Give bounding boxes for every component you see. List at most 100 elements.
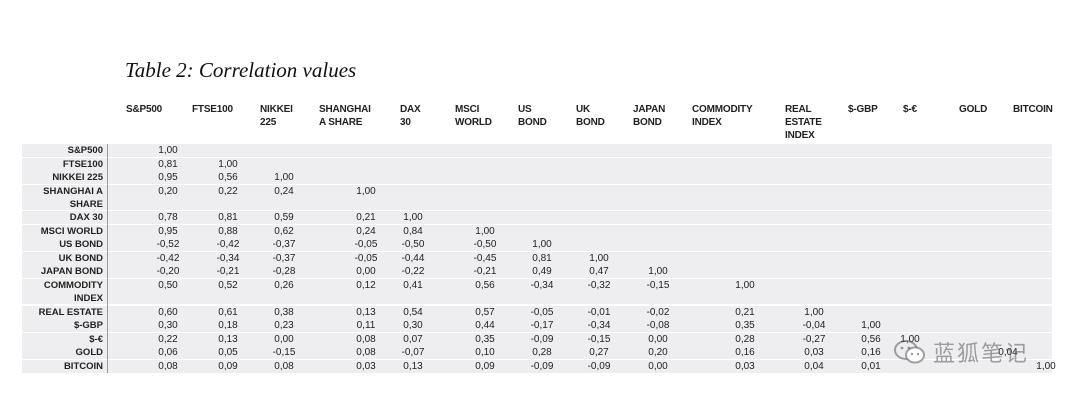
table-cell: -0,15	[587, 334, 611, 345]
table-cell: -0,37	[272, 239, 296, 250]
table-cell: 0,88	[218, 226, 238, 237]
table-cell: 0,24	[274, 186, 294, 197]
table-cell: 0,22	[218, 186, 238, 197]
table-cell: 0,03	[735, 361, 755, 372]
table-cell: 0,13	[403, 361, 423, 372]
table-cell: -0,45	[473, 253, 497, 264]
table-cell: 0,21	[735, 307, 755, 318]
column-header: S&P500	[126, 104, 163, 115]
table-cell: 0,35	[735, 320, 755, 331]
table-cell: 0,52	[218, 280, 238, 291]
table-cell: 0,24	[356, 226, 376, 237]
watermark: 蓝狐笔记	[893, 334, 1063, 370]
table-cell: 0,30	[158, 320, 178, 331]
table-cell: -0,05	[354, 253, 378, 264]
table-cell: -0,28	[272, 266, 296, 277]
table-cell: 0,20	[648, 347, 668, 358]
table-cell: 0,01	[861, 361, 881, 372]
table-cell: -0,21	[473, 266, 497, 277]
table-cell: -0,05	[530, 307, 554, 318]
table-cell: 0,81	[218, 212, 238, 223]
table-cell: 0,38	[274, 307, 294, 318]
table-cell: 0,28	[735, 334, 755, 345]
table-cell: 1,00	[589, 253, 609, 264]
table-cell: 0,13	[356, 307, 376, 318]
table-cell: -0,02	[646, 307, 670, 318]
table-cell: 0,62	[274, 226, 294, 237]
table-cell: 0,08	[356, 347, 376, 358]
table-cell: -0,08	[646, 320, 670, 331]
table-cell: 1,00	[648, 266, 668, 277]
table-cell: -0,15	[646, 280, 670, 291]
table-cell: 0,00	[648, 334, 668, 345]
column-header: UK BOND	[576, 104, 605, 128]
table-cell: 1,00	[158, 145, 178, 156]
table-cell: 0,04	[804, 361, 824, 372]
row-label: $-€	[89, 334, 103, 345]
table-cell: -0,15	[272, 347, 296, 358]
table-cell: 0,20	[158, 186, 178, 197]
row-label: BITCOIN	[63, 361, 103, 372]
table-cell: 0,08	[158, 361, 178, 372]
row-label: S&P500	[67, 145, 103, 156]
table-cell: 0,44	[475, 320, 495, 331]
table-cell: 0,08	[356, 334, 376, 345]
table-cell: 0,84	[403, 226, 423, 237]
watermark-text: 蓝狐笔记	[933, 342, 1030, 367]
table-cell: 0,03	[804, 347, 824, 358]
table-cell: 0,59	[274, 212, 294, 223]
table-cell: 0,41	[403, 280, 423, 291]
table-cell: 1,00	[475, 226, 495, 237]
table-cell: 0,50	[158, 280, 178, 291]
table-cell: 0,23	[274, 320, 294, 331]
row-label: COMMODITY INDEX	[43, 280, 103, 305]
row-label-column: S&P500 FTSE100 NIKKEI 225 SHANGHAI A SHARE D…	[22, 144, 108, 373]
table-cell: 0,21	[356, 212, 376, 223]
table-cell: -0,01	[587, 307, 611, 318]
table-cell: 0,81	[158, 159, 178, 170]
table-cell: 0,07	[403, 334, 423, 345]
row-label: US BOND	[59, 239, 103, 250]
table-caption: Table 2: Correlation values	[125, 58, 357, 82]
table-cell: 0,03	[356, 361, 376, 372]
table-cell: 0,49	[532, 266, 552, 277]
table-cell: 0,81	[532, 253, 552, 264]
table-cell: -0,17	[530, 320, 554, 331]
column-header: SHANGHAI A SHARE	[319, 104, 371, 128]
table-cell: -0,42	[216, 239, 240, 250]
column-header: NIKKEI 225	[260, 104, 293, 128]
table-cell: 1,00	[735, 280, 755, 291]
column-header: REAL ESTATE INDEX	[785, 104, 822, 141]
table-cell: 0,57	[475, 307, 495, 318]
table-cell: 0,28	[532, 347, 552, 358]
table-cell: 0,26	[274, 280, 294, 291]
table-cell: -0,42	[156, 253, 180, 264]
table-cell: 0,47	[589, 266, 609, 277]
column-header: MSCI WORLD	[455, 104, 492, 128]
row-label: DAX 30	[69, 212, 103, 223]
table-cell: -0,21	[216, 266, 240, 277]
column-header: $-€	[903, 104, 917, 115]
row-label: FTSE100	[62, 159, 103, 170]
column-header: $-GBP	[848, 104, 878, 115]
table-cell: 0,60	[158, 307, 178, 318]
table-cell: 0,16	[735, 347, 755, 358]
table-cell: -0,34	[530, 280, 554, 291]
table-cell: 0,05	[218, 347, 238, 358]
column-header: BITCOIN	[1013, 104, 1053, 115]
table-cell: -0,27	[802, 334, 826, 345]
table-cell: 0,56	[218, 172, 238, 183]
row-label: NIKKEI 225	[52, 172, 103, 183]
table-cell: -0,20	[156, 266, 180, 277]
table-cell: -0,04	[802, 320, 826, 331]
row-label: JAPAN BOND	[40, 266, 103, 277]
table-cell: 0,08	[274, 361, 294, 372]
table-cell: 0,56	[475, 280, 495, 291]
column-header: JAPAN BOND	[633, 104, 666, 128]
table-cell: 0,09	[218, 361, 238, 372]
table-cell: 0,06	[158, 347, 178, 358]
table-cell: 1,00	[804, 307, 824, 318]
row-label: SHANGHAI A SHARE	[43, 186, 103, 211]
column-header: DAX 30	[400, 104, 421, 128]
table-cell: 0,35	[475, 334, 495, 345]
